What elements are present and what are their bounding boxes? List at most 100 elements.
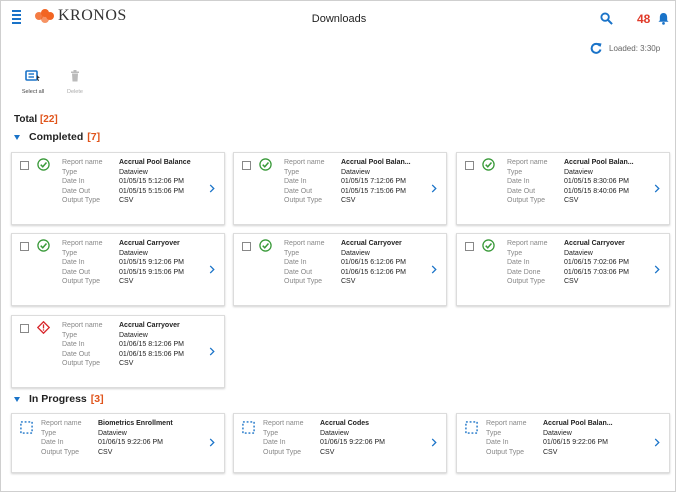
report-card[interactable]: Report name Accrual Pool Balan... Type Data… [456, 152, 670, 225]
report-details: Report name Accrual Pool Balan... Type Data… [486, 419, 613, 457]
error-alert-icon [37, 321, 50, 334]
detail-value: Biometrics Enrollment [98, 420, 173, 427]
pending-spinner-icon [20, 421, 33, 434]
detail-label: Date In [507, 178, 530, 185]
detail-row: Report name Accrual Carryover [507, 239, 629, 249]
detail-value: 01/05/15 8:30:06 PM [564, 178, 629, 185]
chevron-right-icon[interactable] [431, 438, 437, 447]
report-details: Report name Accrual Carryover Type Dataview… [507, 239, 629, 287]
detail-value: Accrual Carryover [119, 322, 180, 329]
detail-row: Date Done 01/06/15 7:03:06 PM [507, 268, 629, 278]
detail-label: Type [263, 429, 279, 437]
detail-row: Date In 01/05/15 8:30:06 PM [507, 177, 634, 187]
detail-value: 01/05/15 7:15:06 PM [341, 187, 406, 195]
detail-label: Output Type [507, 197, 546, 204]
detail-value: 01/06/15 6:12:06 PM [341, 268, 406, 276]
detail-row: Date In 01/06/15 9:22:06 PM [41, 438, 173, 448]
chevron-right-icon[interactable] [431, 183, 437, 193]
chevron-right-icon[interactable] [209, 183, 215, 193]
detail-label: Report name [284, 240, 325, 247]
chevron-right-icon[interactable] [654, 264, 660, 274]
detail-label: Type [62, 331, 78, 339]
detail-label: Output Type [62, 278, 101, 285]
app-frame: KRONOS Downloads 48 Loaded: 3:30p Select… [0, 0, 676, 492]
detail-row: Date In 01/06/15 9:22:06 PM [263, 438, 385, 448]
detail-value: Dataview [341, 168, 370, 176]
detail-value: CSV [341, 278, 356, 285]
detail-row: Date Out 01/05/15 5:15:06 PM [62, 187, 191, 197]
detail-label: Output Type [507, 278, 546, 285]
detail-value: Dataview [564, 249, 593, 257]
detail-label: Type [486, 429, 502, 437]
chevron-right-icon[interactable] [209, 264, 215, 274]
chevron-right-icon[interactable] [431, 264, 437, 274]
chevron-right-icon[interactable] [209, 346, 215, 356]
detail-row: Type Dataview [507, 249, 629, 259]
select-checkbox[interactable] [242, 242, 251, 251]
detail-label: Date In [486, 439, 509, 446]
report-card[interactable]: Report name Accrual Carryover Type Dataview… [11, 233, 225, 306]
detail-value: Accrual Codes [320, 420, 370, 427]
detail-label: Output Type [62, 360, 101, 367]
detail-value: 01/06/15 8:12:06 PM [119, 341, 184, 348]
select-checkbox[interactable] [242, 161, 251, 170]
detail-value: Accrual Carryover [341, 240, 402, 247]
detail-label: Type [41, 429, 57, 437]
select-checkbox[interactable] [20, 161, 29, 170]
detail-row: Type Dataview [284, 249, 406, 259]
detail-row: Type Dataview [62, 331, 184, 341]
detail-label: Output Type [41, 448, 80, 456]
success-check-icon [37, 158, 50, 171]
chevron-right-icon[interactable] [654, 183, 660, 193]
detail-row: Date In 01/06/15 9:22:06 PM [486, 438, 613, 448]
success-check-icon [482, 239, 495, 252]
detail-label: Output Type [62, 197, 101, 204]
select-checkbox[interactable] [20, 324, 29, 333]
detail-label: Report name [41, 420, 82, 427]
detail-label: Output Type [486, 448, 525, 456]
notification-count[interactable]: 48 [637, 12, 650, 26]
detail-row: Date In 01/05/15 9:12:06 PM [62, 258, 184, 268]
report-card[interactable]: Report name Accrual Carryover Type Dataview… [11, 315, 225, 388]
detail-row: Type Dataview [486, 429, 613, 439]
detail-row: Type Dataview [62, 168, 191, 178]
detail-value: Accrual Carryover [564, 240, 625, 247]
report-card[interactable]: Report name Accrual Carryover Type Dataview… [233, 233, 447, 306]
bell-icon[interactable] [658, 12, 669, 25]
report-card[interactable]: Report name Accrual Codes Type Dataview Date… [233, 413, 447, 473]
report-card[interactable]: Report name Accrual Pool Balan... Type Data… [233, 152, 447, 225]
report-card[interactable]: Report name Biometrics Enrollment Type Data… [11, 413, 225, 473]
report-details: Report name Accrual Carryover Type Dataview… [62, 239, 184, 287]
select-all-button[interactable]: Select all [15, 69, 51, 95]
detail-row: Date Out 01/05/15 9:15:06 PM [62, 268, 184, 278]
report-details: Report name Accrual Carryover Type Dataview… [62, 321, 184, 369]
detail-row: Report name Accrual Pool Balan... [284, 158, 411, 168]
detail-value: Accrual Carryover [119, 240, 180, 247]
delete-button[interactable]: Delete [57, 69, 93, 95]
detail-label: Date In [62, 178, 85, 185]
detail-label: Output Type [284, 197, 323, 204]
report-card[interactable]: Report name Accrual Pool Balan... Type Data… [456, 413, 670, 473]
detail-row: Output Type CSV [263, 448, 385, 458]
detail-value: Accrual Pool Balan... [543, 420, 613, 427]
detail-label: Date In [62, 341, 85, 348]
select-checkbox[interactable] [465, 161, 474, 170]
select-checkbox[interactable] [465, 242, 474, 251]
detail-label: Date In [507, 259, 530, 266]
detail-label: Report name [284, 159, 325, 166]
completed-section-header[interactable]: Completed [7] [14, 131, 100, 143]
detail-label: Date In [41, 439, 64, 446]
chevron-right-icon[interactable] [209, 438, 215, 447]
search-icon[interactable] [600, 12, 613, 25]
success-check-icon [482, 158, 495, 171]
in-progress-section-header[interactable]: In Progress [3] [14, 393, 104, 405]
chevron-right-icon[interactable] [654, 438, 660, 447]
report-card[interactable]: Report name Accrual Pool Balance Type Datav… [11, 152, 225, 225]
detail-label: Type [284, 249, 300, 257]
success-check-icon [37, 239, 50, 252]
select-checkbox[interactable] [20, 242, 29, 251]
report-card[interactable]: Report name Accrual Carryover Type Dataview… [456, 233, 670, 306]
total-count: [22] [39, 114, 58, 125]
detail-label: Type [284, 168, 300, 176]
refresh-icon[interactable] [590, 42, 602, 54]
